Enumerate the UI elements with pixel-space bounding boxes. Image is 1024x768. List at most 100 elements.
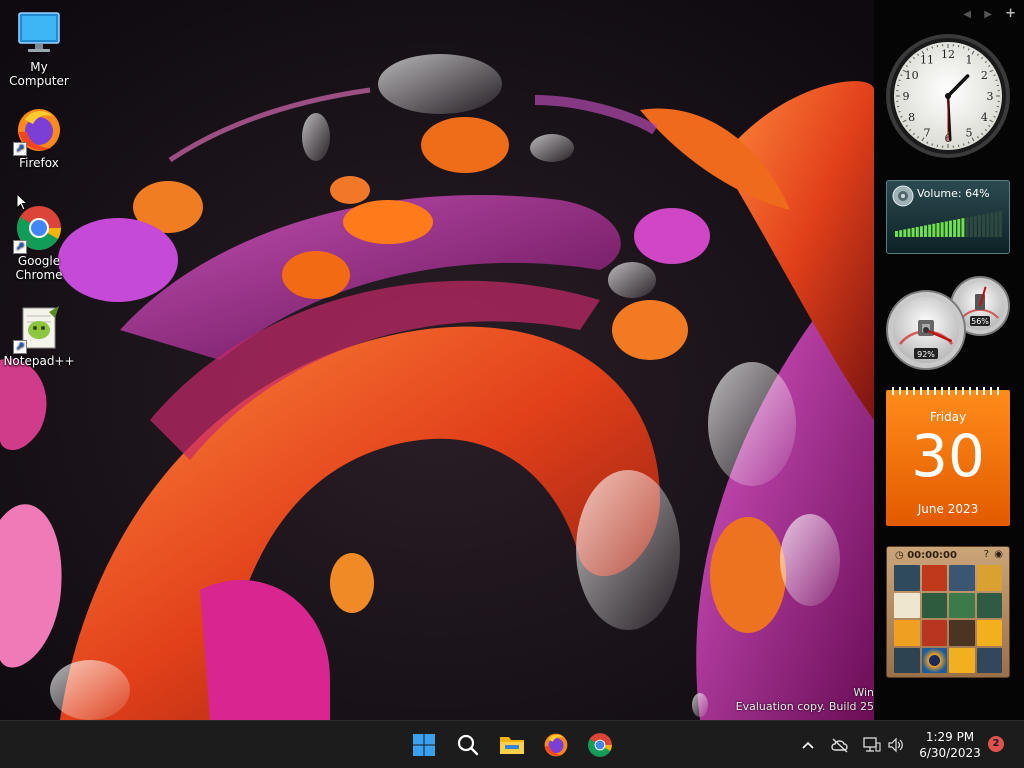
puzzle-tile[interactable] (894, 647, 920, 673)
volume-bar (957, 219, 961, 237)
puzzle-tile[interactable] (976, 565, 1002, 591)
file-explorer-button[interactable] (494, 727, 530, 763)
show-hidden-icons-button[interactable] (798, 735, 818, 755)
clock-tick (995, 110, 998, 113)
volume-bar (986, 213, 990, 237)
watermark-line-1: Win (853, 686, 874, 699)
desktop-icon-my-computer[interactable]: My Computer (1, 10, 77, 88)
clock-tick (995, 79, 998, 82)
volume-gadget[interactable]: Volume: 64% (886, 180, 1010, 254)
volume-bar (907, 228, 911, 237)
volume-bar (919, 226, 923, 237)
clock-tick (898, 110, 901, 113)
start-button[interactable] (406, 727, 442, 763)
volume-bar (932, 223, 936, 237)
clock-numeral: 11 (920, 54, 934, 67)
file-explorer-icon (500, 737, 524, 754)
desktop-icon-label: My Computer (9, 60, 69, 88)
puzzle-tile[interactable] (976, 647, 1002, 673)
clock-numeral: 9 (903, 90, 910, 103)
calendar-gadget[interactable]: Friday 30 June 2023 (886, 387, 1010, 526)
volume-bar (903, 229, 907, 237)
calendar-month-year: June 2023 (917, 502, 979, 516)
search-button[interactable] (450, 727, 486, 763)
picture-puzzle-gadget[interactable]: ◷ 00:00:00 ? ◉ (886, 546, 1010, 678)
puzzle-help-icon[interactable]: ? (984, 549, 989, 560)
volume-bar (969, 216, 973, 237)
puzzle-tile[interactable] (949, 647, 975, 673)
puzzle-tile[interactable] (976, 592, 1002, 618)
shortcut-arrow-icon: ↗ (13, 240, 27, 254)
puzzle-tile[interactable] (921, 565, 947, 591)
memory-percent-label: 56% (971, 317, 989, 326)
volume-bar (973, 215, 977, 237)
firefox-taskbar-button[interactable] (538, 727, 574, 763)
puzzle-tile[interactable] (949, 592, 975, 618)
desktop-screen: My Computer ↗ Firefox ↗ Google Chrome ↗ … (0, 0, 1024, 768)
clock-numeral: 5 (966, 126, 973, 139)
cloud-offline-icon (831, 738, 848, 753)
desktop-icon-label: Google Chrome (15, 254, 63, 282)
calendar-rings (892, 387, 1004, 395)
volume-bar (994, 211, 998, 237)
volume-tray-button[interactable] (886, 735, 906, 755)
notification-badge[interactable]: 2 (988, 736, 1004, 752)
volume-bar (928, 224, 932, 237)
onedrive-tray-button[interactable] (830, 735, 850, 755)
clock-tick (962, 143, 965, 146)
puzzle-grid (894, 565, 1002, 673)
clock-numeral: 3 (987, 90, 994, 103)
taskbar-clock[interactable]: 1:29 PM 6/30/2023 (910, 729, 990, 761)
watermark-line-2: Evaluation copy. Build 25 (735, 700, 874, 713)
speaker-icon (892, 185, 914, 207)
firefox-icon (544, 733, 568, 757)
sidebar-prev-button[interactable]: ◀ (963, 9, 971, 20)
chrome-taskbar-button[interactable] (582, 727, 618, 763)
monitor-icon (15, 10, 63, 58)
puzzle-tile[interactable] (894, 592, 920, 618)
puzzle-tile[interactable] (949, 620, 975, 646)
puzzle-tile[interactable] (894, 565, 920, 591)
firefox-icon: ↗ (13, 106, 63, 156)
wallpaper (0, 0, 874, 720)
puzzle-tile[interactable] (894, 620, 920, 646)
volume-bar (982, 214, 986, 237)
sidebar-add-gadget-button[interactable]: + (1005, 6, 1016, 21)
sidebar-controls: ◀ ▶ + (953, 6, 1016, 21)
volume-bar (953, 219, 957, 237)
volume-bar (911, 227, 915, 237)
puzzle-picture-icon[interactable]: ◉ (994, 549, 1003, 560)
speaker-icon (888, 737, 903, 753)
clock-numeral: 4 (981, 111, 988, 124)
chevron-up-icon (802, 741, 814, 749)
puzzle-tile[interactable] (921, 647, 947, 673)
taskbar: 1:29 PM 6/30/2023 2 (0, 720, 1024, 768)
mouse-cursor-icon (16, 193, 28, 211)
clock-tick (898, 79, 901, 82)
cpu-percent-label: 92% (917, 350, 935, 359)
network-icon (863, 737, 881, 752)
puzzle-tile[interactable] (921, 592, 947, 618)
volume-bar (998, 211, 1002, 237)
volume-bar (915, 227, 919, 237)
taskbar-date: 6/30/2023 (919, 746, 981, 760)
puzzle-tile[interactable] (921, 620, 947, 646)
volume-bar (990, 212, 994, 237)
puzzle-tile[interactable] (976, 620, 1002, 646)
cpu-meter-gadget[interactable]: 56% 92% (886, 276, 1010, 370)
chrome-icon (588, 733, 612, 757)
volume-bar (936, 223, 940, 237)
puzzle-timer-value: 00:00:00 (907, 550, 957, 561)
volume-bar (944, 221, 948, 237)
desktop-icon-firefox[interactable]: ↗ Firefox (1, 106, 77, 170)
desktop-icon-notepadpp[interactable]: ↗ Notepad++ (1, 304, 77, 368)
volume-bar (940, 222, 944, 237)
sidebar-next-button[interactable]: ▶ (984, 9, 992, 20)
volume-label: Volume: 64% (917, 187, 990, 200)
desktop-icon-google-chrome[interactable]: ↗ Google Chrome (1, 204, 77, 282)
network-tray-button[interactable] (862, 735, 882, 755)
puzzle-tile[interactable] (949, 565, 975, 591)
volume-bar (899, 230, 903, 237)
clock-tick (931, 46, 934, 49)
clock-gadget[interactable]: 123456789101112 (886, 32, 1010, 160)
